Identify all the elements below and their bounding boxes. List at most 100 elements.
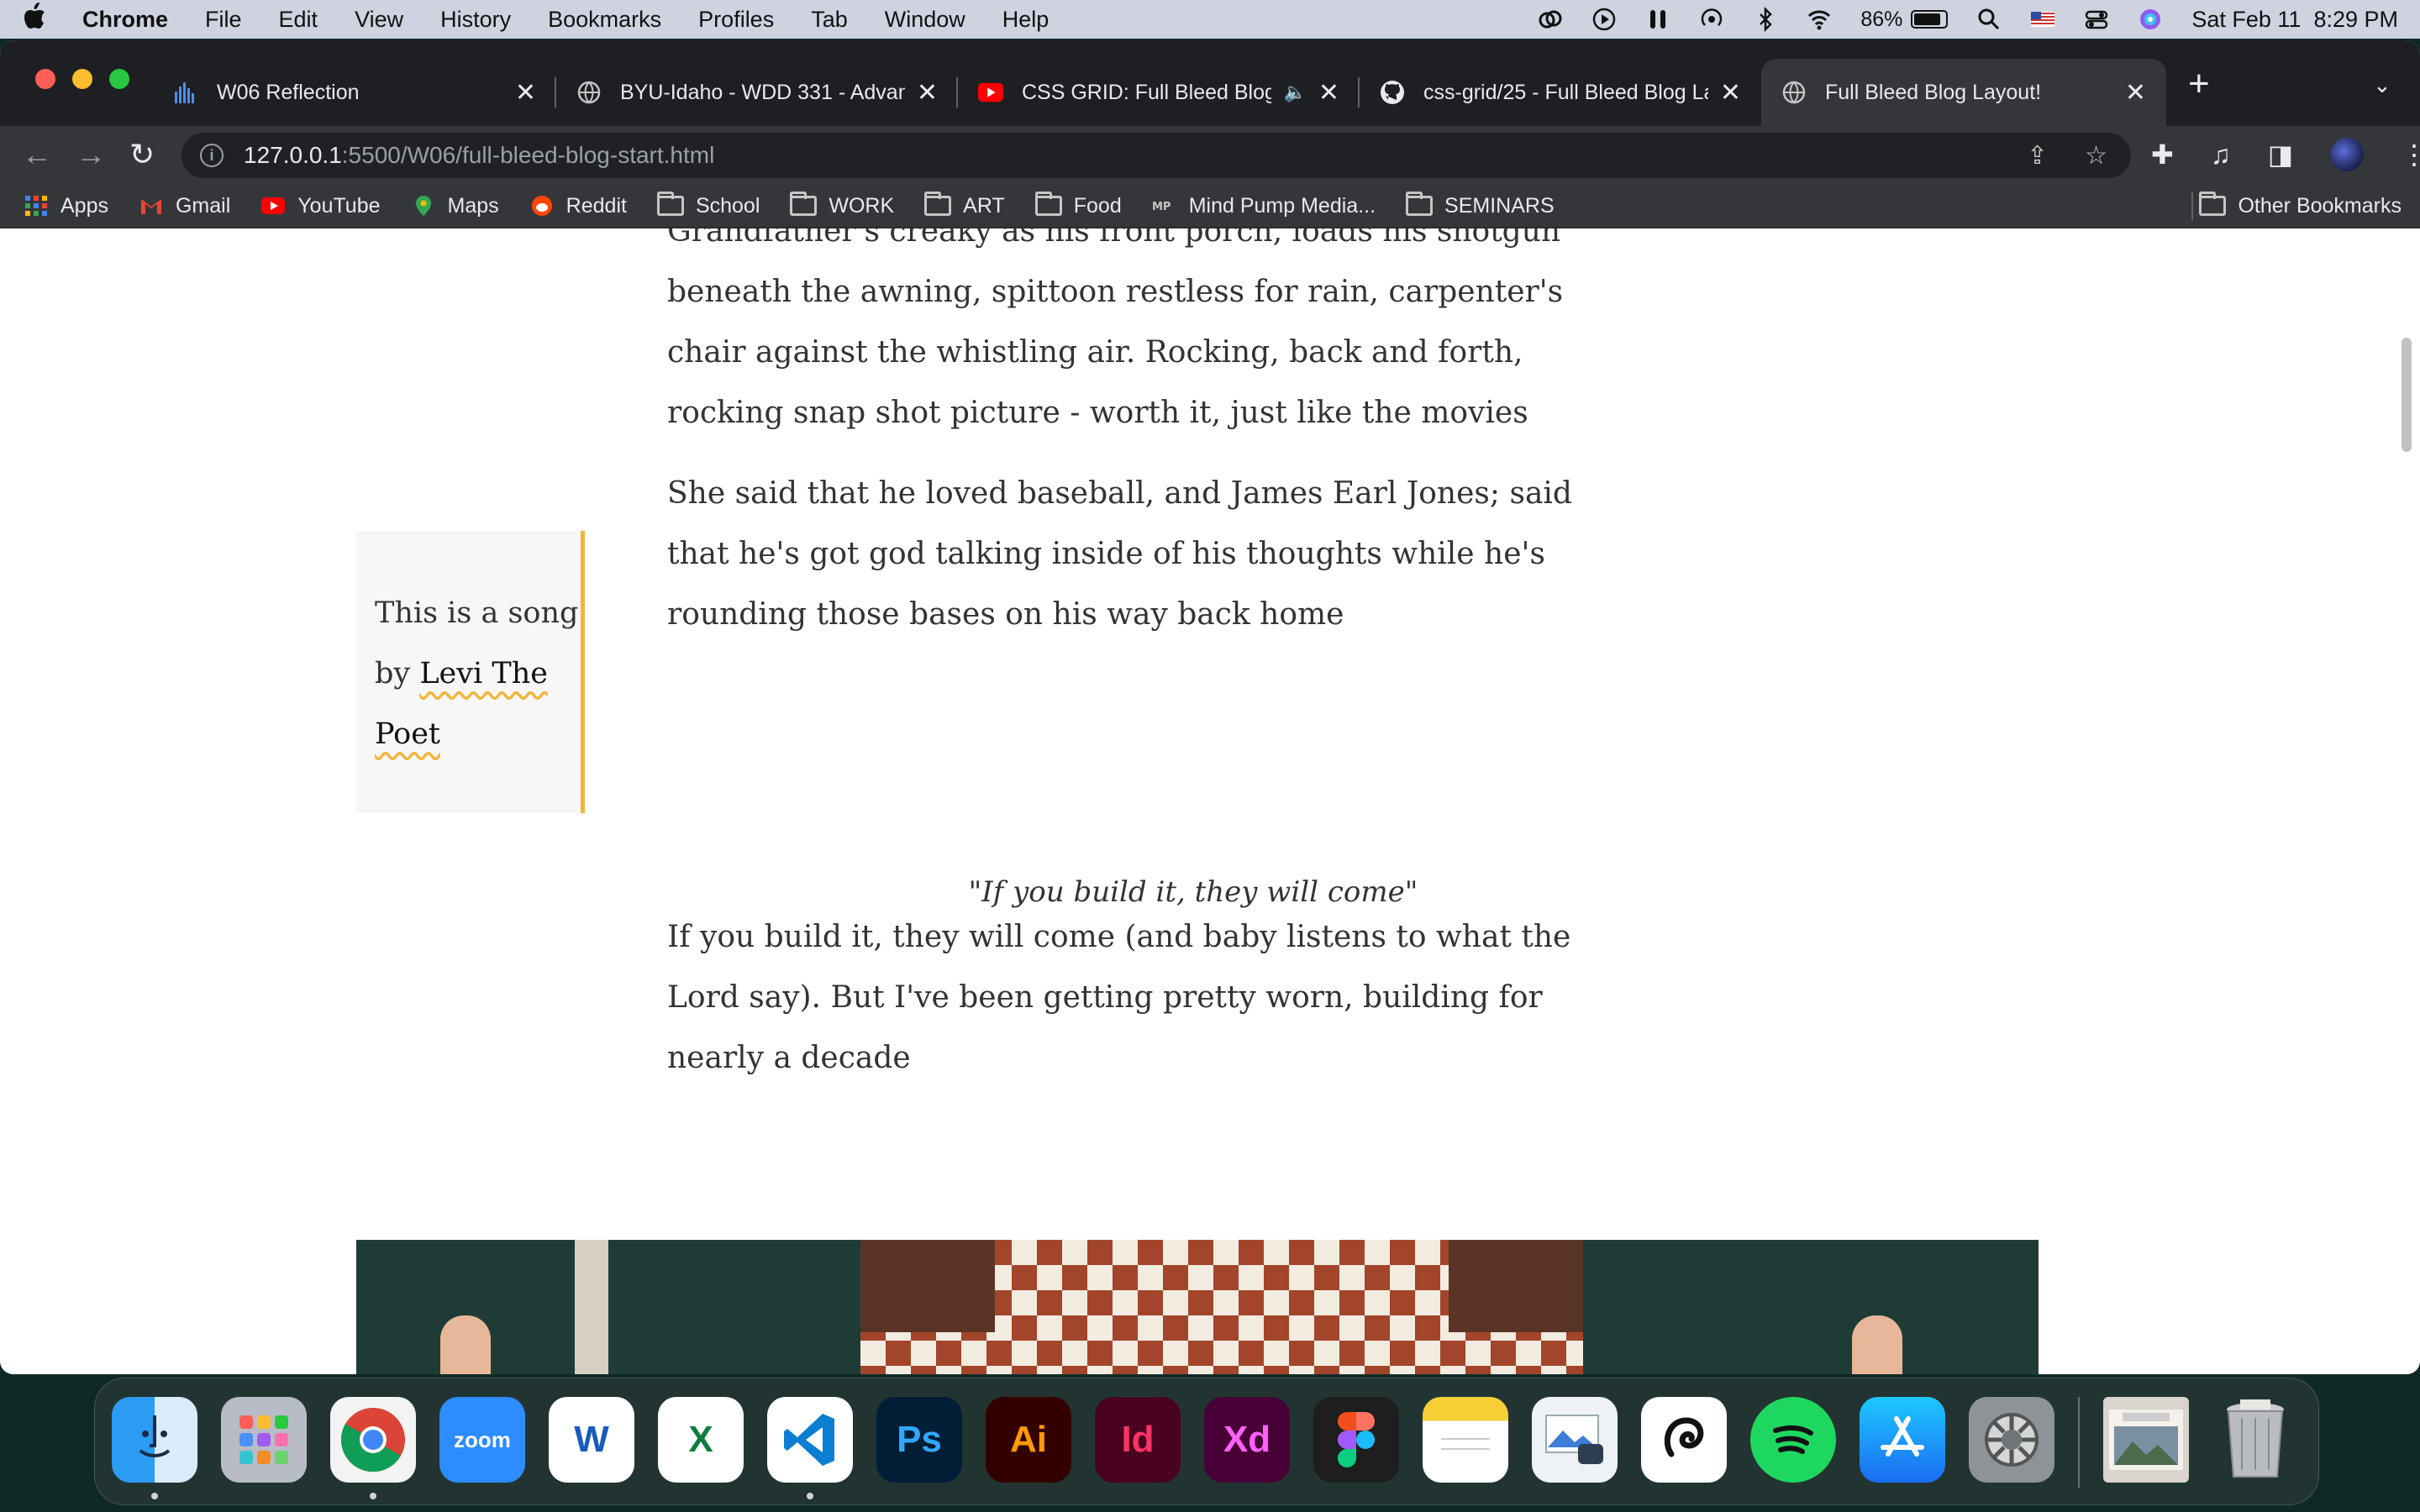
wifi-icon[interactable] (1807, 7, 1832, 32)
bookmark-folder-food[interactable]: Food (1034, 192, 1122, 218)
close-tab-icon[interactable]: ✕ (1720, 78, 1741, 108)
tab-byu-idaho[interactable]: BYU-Idaho - WDD 331 - Advan ✕ (556, 59, 958, 126)
apps-grid-icon (25, 196, 47, 216)
image-hair (1449, 1240, 1583, 1332)
bookmark-mind-pump[interactable]: MP Mind Pump Media... (1152, 194, 1376, 218)
tab-css-grid-video[interactable]: CSS GRID: Full Bleed Blog 🔈 ✕ (958, 59, 1360, 126)
tab-strip: W06 Reflection ✕ BYU-Idaho - WDD 331 - A… (0, 40, 2420, 126)
macos-dock: zoom W X Ps Ai Id Xd (94, 1378, 2319, 1505)
airdrop-icon[interactable] (1699, 7, 1724, 32)
app-store-app-icon[interactable] (1860, 1397, 1945, 1483)
close-tab-icon[interactable]: ✕ (515, 78, 536, 108)
downloads-stack-icon[interactable] (2103, 1397, 2189, 1483)
back-button[interactable]: ← (22, 139, 52, 170)
creative-cloud-icon[interactable] (1538, 7, 1563, 32)
tab-w06-reflection[interactable]: W06 Reflection ✕ (153, 59, 556, 126)
bookmark-label: Apps (60, 193, 108, 218)
new-tab-button[interactable]: + (2188, 66, 2210, 102)
close-tab-icon[interactable]: ✕ (1318, 78, 1339, 108)
clip-studio-app-icon[interactable] (1641, 1397, 1727, 1483)
menu-help[interactable]: Help (1002, 7, 1050, 33)
bookmark-folder-seminars[interactable]: SEMINARS (1406, 192, 1555, 218)
menu-edit[interactable]: Edit (279, 7, 318, 33)
forward-button[interactable]: → (76, 139, 106, 170)
reload-button[interactable]: ↻ (129, 139, 155, 170)
play-circle-icon[interactable] (1591, 7, 1617, 32)
bookmark-folder-work[interactable]: WORK (790, 192, 894, 218)
media-queue-icon[interactable]: ♫ (2211, 139, 2231, 171)
menu-app-name[interactable]: Chrome (82, 7, 168, 33)
bookmark-reddit[interactable]: Reddit (529, 194, 627, 218)
tab-github-css-grid[interactable]: css-grid/25 - Full Bleed Blog La ✕ (1360, 59, 1761, 126)
site-info-icon[interactable]: i (200, 144, 224, 167)
chrome-menu-icon[interactable]: ⋮ (2401, 139, 2420, 171)
menu-view[interactable]: View (355, 7, 403, 33)
launchpad-app-icon[interactable] (221, 1397, 307, 1483)
bookmark-other-bookmarks[interactable]: Other Bookmarks (2199, 192, 2402, 218)
close-tab-icon[interactable]: ✕ (2125, 78, 2146, 108)
image-hair (860, 1240, 995, 1332)
vertical-scrollbar[interactable] (2402, 338, 2412, 452)
speaker-icon[interactable]: 🔈 (1283, 81, 1306, 103)
bluetooth-icon[interactable] (1753, 7, 1778, 32)
siri-icon[interactable] (2138, 7, 2163, 32)
spotify-app-icon[interactable] (1750, 1397, 1836, 1483)
bookmark-gmail[interactable]: Gmail (139, 194, 230, 218)
reddit-icon (531, 196, 552, 216)
bookmark-folder-art[interactable]: ART (924, 192, 1005, 218)
system-preferences-app-icon[interactable] (1969, 1397, 2054, 1483)
tab-search-chevron-icon[interactable]: ⌄ (2373, 72, 2391, 98)
zoom-window-button[interactable] (109, 69, 129, 89)
zoom-app-icon[interactable]: zoom (439, 1397, 525, 1483)
page-viewport: Grandfather's creaky as his front porch,… (0, 228, 2420, 1374)
bookmark-star-icon[interactable]: ☆ (2085, 141, 2107, 171)
indesign-app-icon[interactable]: Id (1095, 1397, 1181, 1483)
sidenote: This is a song by Levi The Poet (356, 531, 585, 813)
control-center-icon[interactable] (2084, 7, 2109, 32)
preview-app-icon[interactable] (1532, 1397, 1618, 1483)
finder-app-icon[interactable] (112, 1397, 197, 1483)
excel-app-icon[interactable]: X (658, 1397, 744, 1483)
menu-window[interactable]: Window (885, 7, 965, 33)
profile-avatar[interactable] (2330, 138, 2365, 171)
menu-file[interactable]: File (205, 7, 242, 33)
bookmark-folder-school[interactable]: School (656, 192, 760, 218)
folder-icon (1406, 192, 1434, 216)
battery-status[interactable]: 86% (1860, 8, 1949, 32)
bookmark-apps[interactable]: Apps (24, 194, 108, 218)
address-host: 127.0.0.1 (244, 142, 342, 168)
apple-menu-icon[interactable] (22, 2, 50, 37)
extensions-puzzle-icon[interactable]: ✚ (2151, 139, 2174, 171)
us-flag-icon[interactable] (2030, 7, 2055, 32)
share-icon[interactable]: ⇪ (2027, 141, 2048, 171)
xd-app-icon[interactable]: Xd (1204, 1397, 1290, 1483)
close-window-button[interactable] (35, 69, 55, 89)
menu-history[interactable]: History (440, 7, 511, 33)
side-panel-icon[interactable]: ◨ (2268, 139, 2293, 171)
close-tab-icon[interactable]: ✕ (917, 78, 938, 108)
notes-app-icon[interactable] (1423, 1397, 1508, 1483)
menu-tab[interactable]: Tab (811, 7, 848, 33)
airpods-icon[interactable] (1645, 7, 1670, 32)
image-hand (440, 1315, 491, 1374)
bookmark-youtube[interactable]: YouTube (260, 194, 381, 218)
tab-full-bleed-blog-layout[interactable]: Full Bleed Blog Layout! ✕ (1761, 59, 2166, 126)
spotlight-search-icon[interactable] (1976, 7, 2002, 32)
bookmark-label: Reddit (566, 193, 627, 218)
folder-icon (656, 192, 684, 216)
menu-profiles[interactable]: Profiles (698, 7, 774, 33)
minimize-window-button[interactable] (72, 69, 92, 89)
figma-app-icon[interactable] (1313, 1397, 1399, 1483)
menu-bookmarks[interactable]: Bookmarks (548, 7, 661, 33)
tab-title: W06 Reflection (217, 80, 360, 104)
tab-title: BYU-Idaho - WDD 331 - Advan (620, 80, 905, 104)
bookmark-maps[interactable]: Maps (411, 194, 499, 218)
photoshop-app-icon[interactable]: Ps (876, 1397, 962, 1483)
trash-icon[interactable] (2212, 1397, 2298, 1483)
illustrator-app-icon[interactable]: Ai (986, 1397, 1071, 1483)
menubar-clock[interactable]: Sat Feb 11 8:29 PM (2191, 7, 2398, 33)
vscode-app-icon[interactable] (767, 1397, 853, 1483)
word-app-icon[interactable]: W (549, 1397, 634, 1483)
chrome-app-icon[interactable] (330, 1397, 416, 1483)
address-bar[interactable]: i 127.0.0.1 :5500/W06/full-bleed-blog-st… (182, 133, 2131, 178)
